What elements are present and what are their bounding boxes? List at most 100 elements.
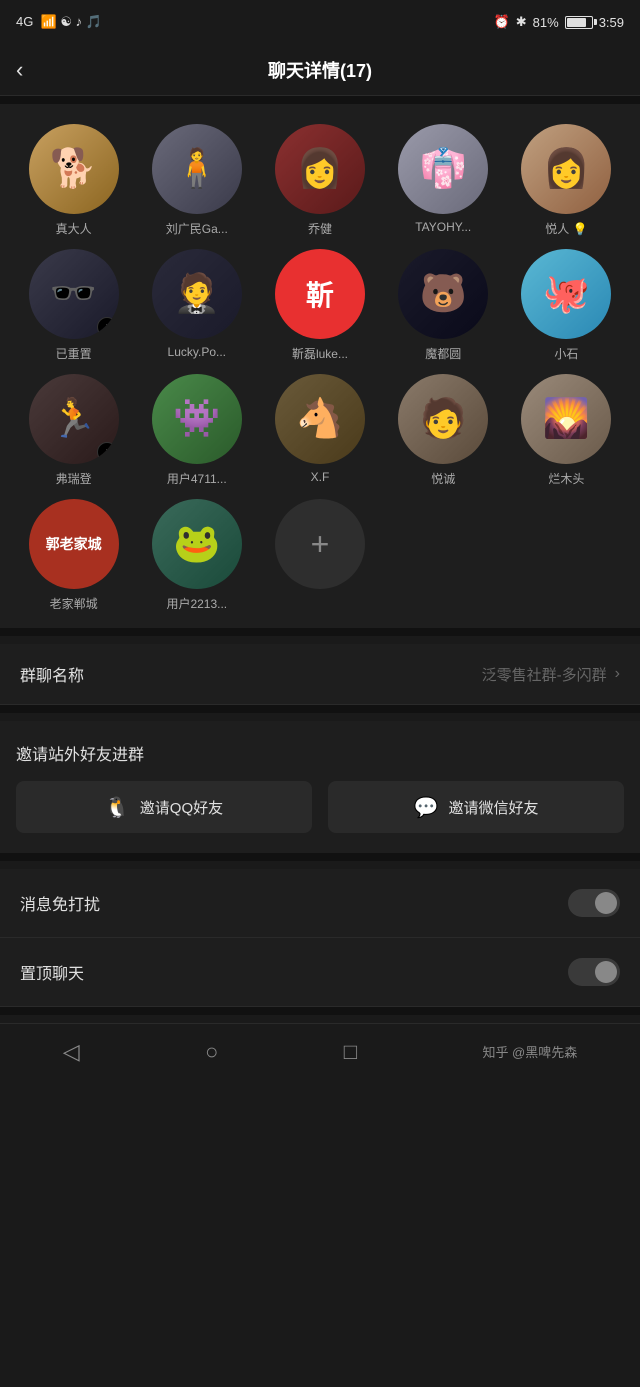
member-item[interactable]: 🕶️♪ 已重置 <box>16 249 131 362</box>
member-name: 乔健 <box>308 220 332 237</box>
member-name: 靳磊luke... <box>292 345 348 362</box>
invite-section: 邀请站外好友进群 🐧 邀请QQ好友 💬 邀请微信好友 <box>0 721 640 853</box>
member-name: 真大人 <box>56 220 92 237</box>
nav-home-button[interactable]: ○ <box>205 1039 218 1065</box>
member-item[interactable]: 🌄烂木头 <box>509 374 624 487</box>
time-display: 3:59 <box>599 15 624 30</box>
back-button[interactable]: ‹ <box>16 57 23 83</box>
mute-toggle[interactable] <box>568 889 620 917</box>
invite-qq-label: 邀请QQ好友 <box>140 797 223 818</box>
pin-row: 置顶聊天 <box>0 938 640 1007</box>
member-avatar: 👾 <box>152 374 242 464</box>
pin-toggle[interactable] <box>568 958 620 986</box>
battery-fill <box>567 18 586 27</box>
member-item[interactable]: 🏃♪ 弗瑞登 <box>16 374 131 487</box>
mute-label: 消息免打扰 <box>20 891 100 915</box>
mute-toggle-knob <box>595 892 617 914</box>
bottom-nav: ◁ ○ □ 知乎 @黑啤先森 <box>0 1023 640 1079</box>
header-divider <box>0 96 640 104</box>
members-section: 🐕 真大人 🧍 刘广民Ga... 👩 乔健 👘 TAYOHY... 👩 悦人 💡 🕶️♪ 已重置 🤵 Lu… <box>0 104 640 628</box>
member-avatar: 🌄 <box>521 374 611 464</box>
page-header: ‹ 聊天详情(17) <box>0 44 640 96</box>
member-name: 弗瑞登 <box>56 470 92 487</box>
add-member-button[interactable]: + <box>275 499 365 589</box>
member-item[interactable]: 🐴 X.F <box>262 374 377 487</box>
member-item[interactable]: 👩 乔健 <box>262 124 377 237</box>
battery-percent: 81% <box>533 15 559 30</box>
nav-recent-button[interactable]: □ <box>344 1039 357 1065</box>
member-avatar: 👩 <box>521 124 611 214</box>
member-item[interactable]: 👾 用户4711... <box>139 374 254 487</box>
member-avatar: 🐕 <box>29 124 119 214</box>
status-right: ⏰ ✱ 81% 3:59 <box>494 14 624 30</box>
bluetooth-icon: ✱ <box>516 14 527 30</box>
invite-qq-button[interactable]: 🐧 邀请QQ好友 <box>16 781 312 833</box>
member-avatar: 🕶️♪ <box>29 249 119 339</box>
member-item[interactable]: 郭老家城老家郸城 <box>16 499 131 612</box>
qq-icon: 🐧 <box>105 795 130 820</box>
group-name-label: 群聊名称 <box>20 662 84 686</box>
member-name: 魔都圆 <box>425 345 461 362</box>
member-avatar: 🐴 <box>275 374 365 464</box>
invite-wechat-button[interactable]: 💬 邀请微信好友 <box>328 781 624 833</box>
member-name: X.F <box>311 470 330 484</box>
tiktok-badge: ♪ <box>97 317 117 337</box>
section-divider-4 <box>0 1007 640 1015</box>
member-avatar: 👩 <box>275 124 365 214</box>
member-avatar: 郭老家城 <box>29 499 119 589</box>
wechat-icon: 💬 <box>414 795 439 820</box>
member-item[interactable]: 🐻 魔都圆 <box>386 249 501 362</box>
member-avatar: 🏃♪ <box>29 374 119 464</box>
group-name-row[interactable]: 群聊名称 泛零售社群-多闪群 › <box>0 644 640 705</box>
member-item[interactable]: 🧍 刘广民Ga... <box>139 124 254 237</box>
group-name-value: 泛零售社群-多闪群 <box>482 664 607 685</box>
settings-section: 群聊名称 泛零售社群-多闪群 › <box>0 644 640 705</box>
member-avatar: 🐻 <box>398 249 488 339</box>
member-name: 老家郸城 <box>50 595 98 612</box>
member-name: Lucky.Po... <box>168 345 226 359</box>
member-name: 用户2213... <box>166 595 227 612</box>
member-item[interactable]: 靳靳磊luke... <box>262 249 377 362</box>
member-name: 用户4711... <box>167 470 227 487</box>
member-name: 悦人 💡 <box>545 220 587 237</box>
signal-status: 4G 📶 ☯ ♪ 🎵 <box>16 14 102 30</box>
member-avatar: 靳 <box>275 249 365 339</box>
member-item[interactable]: 🧑 悦诚 <box>386 374 501 487</box>
member-item[interactable]: 👩 悦人 💡 <box>509 124 624 237</box>
group-name-value-container: 泛零售社群-多闪群 › <box>482 664 620 685</box>
member-name: 悦诚 <box>431 470 455 487</box>
member-item[interactable]: 👘 TAYOHY... <box>386 124 501 237</box>
mute-row: 消息免打扰 <box>0 869 640 938</box>
page-title: 聊天详情(17) <box>268 57 372 83</box>
tiktok-badge: ♪ <box>97 442 117 462</box>
members-grid: 🐕 真大人 🧍 刘广民Ga... 👩 乔健 👘 TAYOHY... 👩 悦人 💡 🕶️♪ 已重置 🤵 Lu… <box>16 124 624 612</box>
add-member-item[interactable]: + <box>262 499 377 612</box>
section-divider-2 <box>0 705 640 713</box>
watermark: 知乎 @黑啤先森 <box>482 1042 577 1061</box>
member-item[interactable]: 🐕 真大人 <box>16 124 131 237</box>
section-divider-1 <box>0 628 640 636</box>
member-item[interactable]: 🐙 小石 <box>509 249 624 362</box>
invite-buttons-container: 🐧 邀请QQ好友 💬 邀请微信好友 <box>16 781 624 833</box>
member-item[interactable]: 🐸 用户2213... <box>139 499 254 612</box>
member-avatar: 🤵 <box>152 249 242 339</box>
member-name: 小石 <box>554 345 578 362</box>
pin-toggle-knob <box>595 961 617 983</box>
nav-back-button[interactable]: ◁ <box>63 1039 80 1065</box>
member-avatar: 🧑 <box>398 374 488 464</box>
member-name: 已重置 <box>56 345 92 362</box>
invite-wechat-label: 邀请微信好友 <box>448 797 538 818</box>
section-divider-3 <box>0 853 640 861</box>
member-avatar: 🐙 <box>521 249 611 339</box>
member-item[interactable]: 🤵 Lucky.Po... <box>139 249 254 362</box>
pin-label: 置顶聊天 <box>20 960 84 984</box>
member-avatar: 👘 <box>398 124 488 214</box>
alarm-icon: ⏰ <box>494 14 510 30</box>
member-avatar: 🐸 <box>152 499 242 589</box>
member-name: TAYOHY... <box>415 220 471 234</box>
member-name: 刘广民Ga... <box>166 220 228 237</box>
invite-title: 邀请站外好友进群 <box>16 741 624 765</box>
member-avatar: 🧍 <box>152 124 242 214</box>
chevron-right-icon: › <box>615 665 620 683</box>
battery-bar <box>565 16 593 29</box>
